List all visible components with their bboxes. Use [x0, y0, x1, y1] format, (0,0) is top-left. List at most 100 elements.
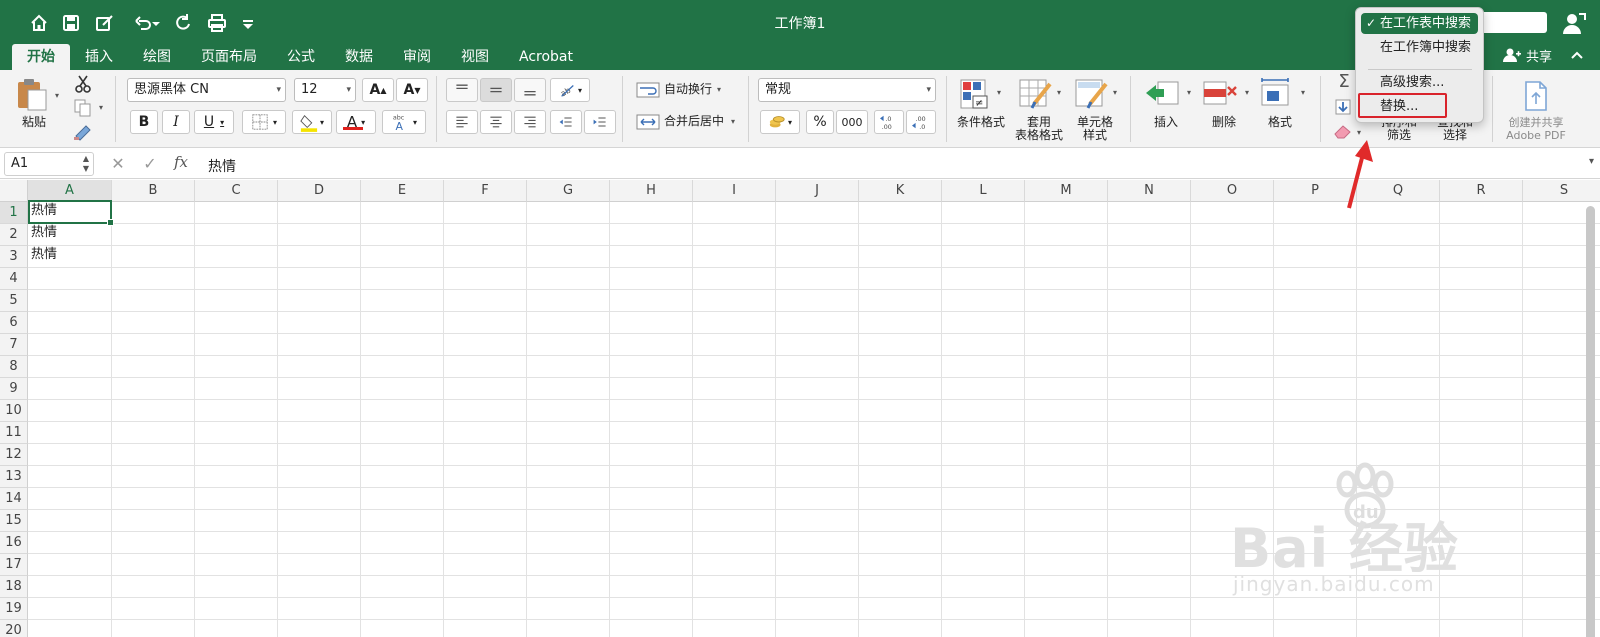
fill-color-button[interactable]: ▾ [292, 110, 332, 134]
column-header-s[interactable]: S [1523, 180, 1600, 202]
conditional-format-icon[interactable]: ≠ [958, 76, 992, 112]
row-header-19[interactable]: 19 [0, 598, 28, 620]
paste-icon[interactable] [14, 76, 50, 112]
cancel-icon[interactable]: ✕ [108, 154, 128, 174]
expand-formula-icon[interactable]: ▾ [1589, 156, 1594, 167]
column-header-j[interactable]: J [776, 180, 859, 202]
cell-a3[interactable]: 热情 [28, 244, 112, 266]
column-header-r[interactable]: R [1440, 180, 1523, 202]
row-header-20[interactable]: 20 [0, 620, 28, 637]
column-header-k[interactable]: K [859, 180, 942, 202]
phonetic-button[interactable]: abc A ▾ [382, 110, 426, 134]
column-header-d[interactable]: D [278, 180, 361, 202]
column-header-f[interactable]: F [444, 180, 527, 202]
fill-icon[interactable] [1334, 98, 1352, 116]
insert-function-button[interactable]: fx [174, 153, 188, 171]
bold-button[interactable]: B [130, 110, 158, 134]
column-header-l[interactable]: L [942, 180, 1025, 202]
font-name-select[interactable]: 思源黑体 CN ▾ [127, 78, 286, 102]
cell-a2[interactable]: 热情 [28, 222, 112, 244]
insert-cells-icon[interactable] [1144, 78, 1180, 108]
underline-button[interactable]: U ▾ [194, 110, 234, 134]
row-header-18[interactable]: 18 [0, 576, 28, 598]
row-header-2[interactable]: 2 [0, 224, 28, 246]
number-format-select[interactable]: 常规 ▾ [758, 78, 936, 102]
table-format-dropdown-icon[interactable]: ▾ [1054, 86, 1064, 98]
column-header-e[interactable]: E [361, 180, 444, 202]
column-header-m[interactable]: M [1025, 180, 1108, 202]
accounting-format-button[interactable]: ▾ [760, 110, 800, 134]
increase-font-button[interactable]: A ▲ [362, 78, 394, 102]
redo-icon[interactable] [170, 10, 196, 36]
font-color-button[interactable]: A ▾ [336, 110, 376, 134]
orientation-button[interactable]: ab ▾ [550, 78, 590, 102]
tab-page-layout[interactable]: 页面布局 [186, 44, 272, 70]
column-header-g[interactable]: G [527, 180, 610, 202]
row-header-8[interactable]: 8 [0, 356, 28, 378]
menu-item-advanced-search[interactable]: 高级搜索... [1361, 72, 1478, 93]
decrease-indent-button[interactable] [550, 110, 582, 134]
home-icon[interactable] [26, 10, 52, 36]
row-header-17[interactable]: 17 [0, 554, 28, 576]
align-center-button[interactable] [480, 110, 512, 134]
undo-dropdown-icon[interactable] [150, 10, 162, 36]
italic-button[interactable]: I [162, 110, 190, 134]
row-header-6[interactable]: 6 [0, 312, 28, 334]
edit-icon[interactable] [92, 10, 118, 36]
eraser-icon[interactable] [1332, 122, 1354, 140]
row-header-15[interactable]: 15 [0, 510, 28, 532]
merge-center-icon[interactable] [636, 112, 660, 132]
name-box[interactable]: A1 ▲ ▼ [4, 152, 94, 176]
merge-dropdown-icon[interactable]: ▾ [728, 115, 738, 127]
align-right-button[interactable] [514, 110, 546, 134]
row-header-14[interactable]: 14 [0, 488, 28, 510]
borders-button[interactable]: ▾ [242, 110, 286, 134]
cell-style-icon[interactable] [1074, 76, 1110, 112]
increase-decimal-button[interactable]: .0.00 [874, 110, 904, 134]
decrease-decimal-button[interactable]: .00.0 [906, 110, 936, 134]
column-header-i[interactable]: I [693, 180, 776, 202]
tab-insert[interactable]: 插入 [70, 44, 128, 70]
cut-icon[interactable] [72, 74, 94, 94]
row-header-3[interactable]: 3 [0, 246, 28, 268]
paste-dropdown-icon[interactable]: ▾ [52, 90, 62, 100]
share-button[interactable]: 共享 [1503, 44, 1552, 66]
font-size-select[interactable]: 12 ▾ [294, 78, 356, 102]
column-header-o[interactable]: O [1191, 180, 1274, 202]
row-header-10[interactable]: 10 [0, 400, 28, 422]
table-format-icon[interactable] [1018, 76, 1054, 112]
align-top-button[interactable] [446, 78, 478, 102]
merge-center-label[interactable]: 合并后居中 [664, 115, 724, 128]
wrap-text-dropdown-icon[interactable]: ▾ [714, 83, 724, 95]
collapse-ribbon-icon[interactable] [1568, 46, 1586, 64]
row-header-12[interactable]: 12 [0, 444, 28, 466]
customize-toolbar-icon[interactable] [240, 10, 256, 36]
delete-dropdown-icon[interactable]: ▾ [1242, 86, 1252, 98]
row-header-4[interactable]: 4 [0, 268, 28, 290]
column-header-c[interactable]: C [195, 180, 278, 202]
insert-dropdown-icon[interactable]: ▾ [1184, 86, 1194, 98]
delete-cells-icon[interactable] [1202, 78, 1238, 108]
row-header-7[interactable]: 7 [0, 334, 28, 356]
row-header-16[interactable]: 16 [0, 532, 28, 554]
menu-item-search-sheet[interactable]: ✓ 在工作表中搜索 [1361, 13, 1478, 34]
adobe-pdf-icon[interactable] [1522, 80, 1550, 112]
wrap-text-icon[interactable] [636, 80, 660, 100]
conditional-format-dropdown-icon[interactable]: ▾ [994, 86, 1004, 98]
tab-formulas[interactable]: 公式 [272, 44, 330, 70]
select-all-corner[interactable] [0, 180, 28, 202]
align-left-button[interactable] [446, 110, 478, 134]
confirm-icon[interactable]: ✓ [140, 154, 160, 174]
column-header-n[interactable]: N [1108, 180, 1191, 202]
decrease-font-button[interactable]: A ▼ [396, 78, 428, 102]
column-header-b[interactable]: B [112, 180, 195, 202]
formula-input[interactable]: 热情 [208, 156, 236, 176]
copy-icon[interactable] [72, 98, 94, 118]
percent-button[interactable]: % [806, 110, 834, 134]
tab-data[interactable]: 数据 [330, 44, 388, 70]
format-dropdown-icon[interactable]: ▾ [1298, 86, 1308, 98]
cell-style-dropdown-icon[interactable]: ▾ [1110, 86, 1120, 98]
align-middle-button[interactable] [480, 78, 512, 102]
row-header-5[interactable]: 5 [0, 290, 28, 312]
tab-acrobat[interactable]: Acrobat [504, 44, 588, 70]
